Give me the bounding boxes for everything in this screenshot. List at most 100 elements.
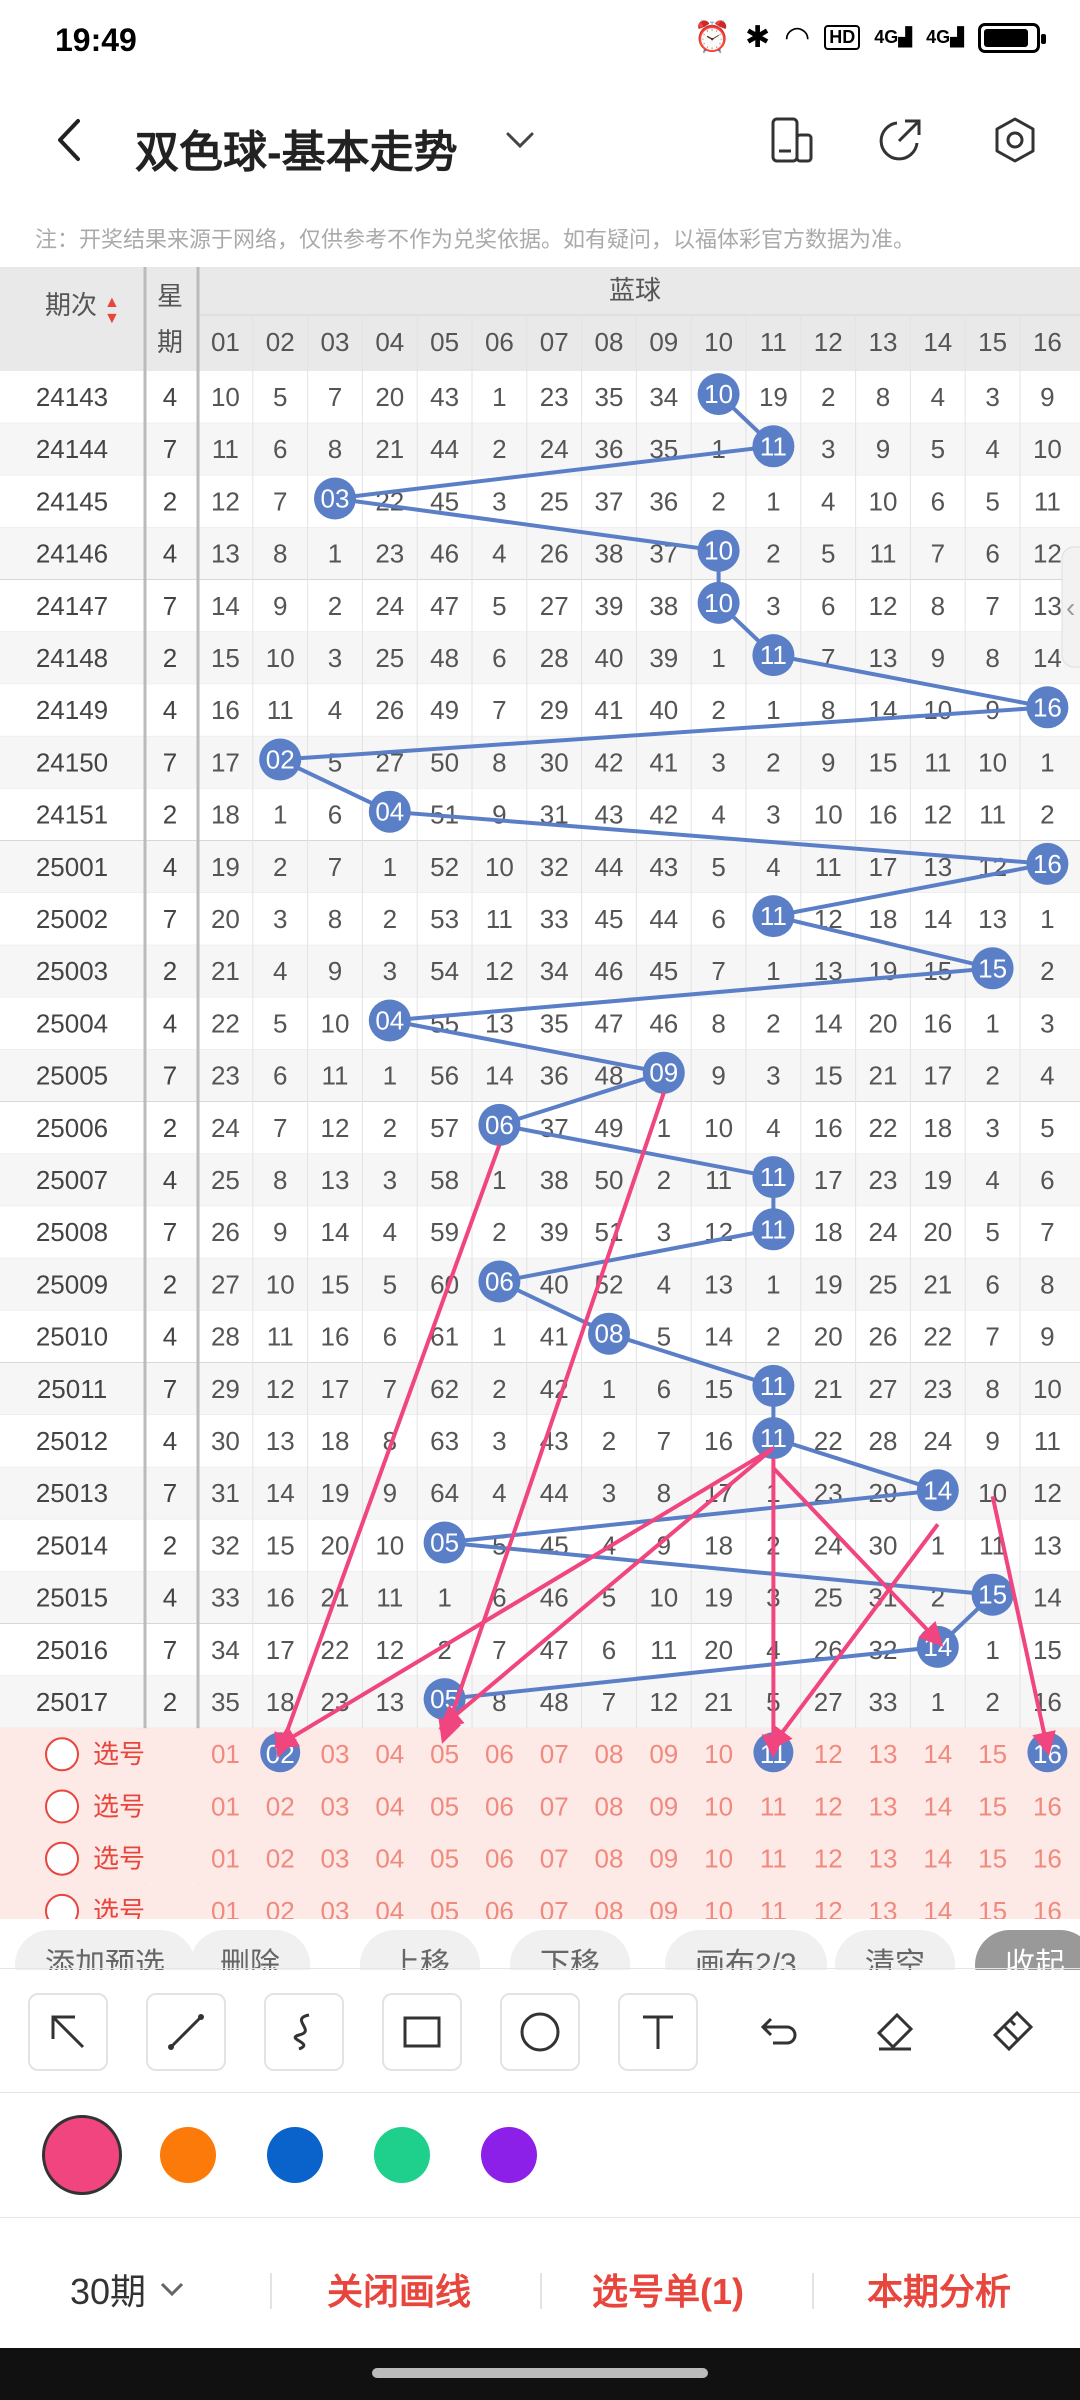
cell-value: 3	[492, 486, 506, 516]
select-arrow-tool[interactable]	[28, 1993, 108, 2071]
period-cell: 24151	[36, 800, 108, 830]
curve-tool[interactable]	[264, 1993, 344, 2071]
share-button[interactable]	[870, 110, 930, 170]
close-lines-button[interactable]: 关闭画线	[327, 2263, 471, 2315]
cell-value: 3	[328, 643, 342, 673]
cell-value: 44	[430, 434, 459, 464]
cell-value: 27	[211, 1269, 240, 1299]
period-analysis-button[interactable]: 本期分析	[867, 2263, 1011, 2315]
rectangle-tool[interactable]	[382, 1993, 462, 2071]
cell-value: 34	[211, 1635, 240, 1665]
pick-radio	[45, 1789, 79, 1824]
cell-value: 12	[211, 486, 240, 516]
column-header: 04	[375, 327, 404, 357]
cell-value: 1	[766, 486, 780, 516]
weekday-cell: 2	[163, 643, 177, 673]
color-green-swatch[interactable]	[374, 2127, 430, 2183]
cell-value: 21	[923, 1269, 952, 1299]
cell-value: 40	[595, 643, 624, 673]
cell-value: 25	[375, 643, 404, 673]
chip-clear[interactable]: 清空	[835, 1930, 955, 1970]
cell-value: 46	[595, 956, 624, 986]
text-tool[interactable]	[618, 1993, 698, 2071]
cell-value: 2	[492, 1217, 506, 1247]
cell-value: 1	[383, 1061, 397, 1091]
pick-radio	[45, 1841, 79, 1876]
pick-number: 12	[814, 1844, 843, 1874]
period-cell: 25007	[36, 1165, 108, 1195]
rotate-screen-button[interactable]	[760, 110, 820, 170]
cell-value: 11	[815, 852, 842, 882]
color-orange-swatch[interactable]	[160, 2127, 216, 2183]
pick-number: 06	[485, 1791, 514, 1821]
period-cell: 25004	[36, 1008, 108, 1038]
cell-value: 43	[430, 382, 459, 412]
blue-ball-number: 16	[1033, 692, 1062, 722]
cell-value: 23	[375, 539, 404, 569]
cell-value: 20	[375, 382, 404, 412]
cell-value: 1	[711, 434, 725, 464]
chip-add-preselect[interactable]: 添加预选	[15, 1930, 195, 1970]
cell-value: 4	[766, 1113, 780, 1143]
chip-row: 添加预选 删除 上移 下移 画布2/3 清空 收起	[0, 1930, 1080, 1970]
color-pink-swatch[interactable]	[42, 2115, 122, 2195]
cell-value: 11	[1034, 486, 1061, 516]
line-tool[interactable]	[146, 1993, 226, 2071]
blue-ball-number: 14	[923, 1475, 952, 1505]
picks-list-button[interactable]: 选号单(1)	[592, 2263, 744, 2315]
undo-tool[interactable]	[736, 1993, 816, 2071]
cell-value: 2	[383, 904, 397, 934]
cell-value: 9	[1040, 1322, 1054, 1352]
pick-number: 03	[321, 1791, 350, 1821]
cell-value: 8	[328, 434, 342, 464]
cell-value: 4	[985, 1165, 999, 1195]
circle-tool[interactable]	[500, 1993, 580, 2071]
cell-value: 9	[492, 800, 506, 830]
pick-radio	[45, 1737, 79, 1772]
settings-button[interactable]	[985, 110, 1045, 170]
cell-value: 7	[985, 591, 999, 621]
blue-ball-trend-chart[interactable]: 期次 ▲▼星期蓝球01 02 03 04 05 06 07 08 09 10 11 12 13 14 15 16…	[0, 267, 1080, 1919]
cell-value: 38	[595, 539, 624, 569]
weekday-cell: 7	[163, 904, 177, 934]
cell-value: 3	[985, 382, 999, 412]
cell-value: 10	[375, 1530, 404, 1560]
cell-value: 3	[711, 747, 725, 777]
back-button[interactable]	[40, 110, 100, 170]
period-selector[interactable]: 30期	[70, 2263, 188, 2315]
cell-value: 13	[321, 1165, 350, 1195]
cell-value: 30	[540, 747, 569, 777]
pick-label: 选号	[93, 1896, 145, 1919]
cell-value: 15	[704, 1374, 733, 1404]
text-icon	[643, 2015, 673, 2049]
blue-ball-number: 11	[760, 901, 787, 931]
weekday-cell: 7	[163, 1635, 177, 1665]
eraser-tool[interactable]	[854, 1993, 934, 2071]
cell-value: 19	[869, 956, 898, 986]
cell-value: 20	[923, 1217, 952, 1247]
chip-collapse[interactable]: 收起	[975, 1930, 1080, 1970]
cell-value: 50	[430, 747, 459, 777]
pick-number: 13	[869, 1791, 898, 1821]
cell-value: 8	[492, 747, 506, 777]
cell-value: 14	[485, 1061, 514, 1091]
cell-value: 38	[540, 1165, 569, 1195]
cell-value: 8	[931, 591, 945, 621]
title-dropdown-icon[interactable]	[500, 120, 540, 160]
weekday-cell: 2	[163, 800, 177, 830]
chip-delete[interactable]: 删除	[190, 1930, 310, 1970]
cell-value: 6	[273, 1061, 287, 1091]
cell-value: 10	[266, 643, 295, 673]
color-purple-swatch[interactable]	[481, 2127, 537, 2183]
chip-move-up[interactable]: 上移	[360, 1930, 480, 1970]
color-blue-swatch[interactable]	[267, 2127, 323, 2183]
page-title[interactable]: 双色球-基本走势	[135, 116, 458, 180]
chip-move-down[interactable]: 下移	[510, 1930, 630, 1970]
clear-tool[interactable]	[972, 1993, 1052, 2071]
cell-value: 3	[492, 1426, 506, 1456]
cell-value: 17	[321, 1374, 350, 1404]
home-indicator[interactable]	[372, 2368, 708, 2378]
chip-canvas[interactable]: 画布2/3	[665, 1930, 827, 1970]
cell-value: 1	[273, 800, 287, 830]
cell-value: 44	[649, 904, 678, 934]
